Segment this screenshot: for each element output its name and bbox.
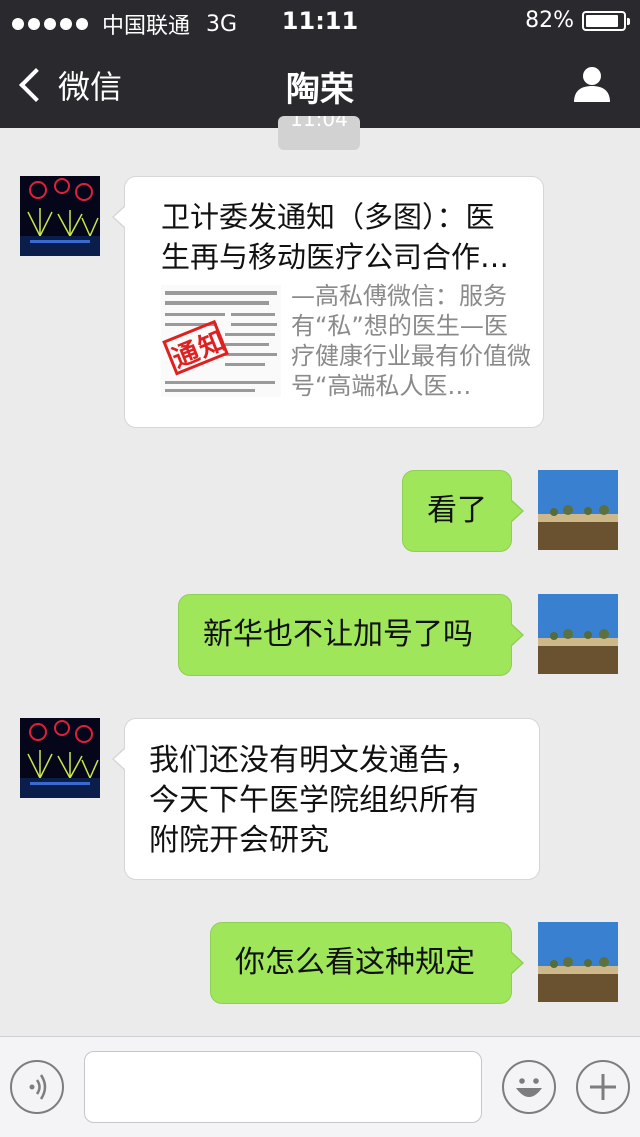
article-description: —高私傅微信：服务有“私”想的医生—医疗健康行业最有价值微号“高端私人医…: [291, 282, 531, 400]
person-icon: [574, 67, 610, 102]
contact-avatar[interactable]: [20, 718, 100, 798]
plus-icon: [590, 1074, 616, 1100]
outgoing-message-bubble[interactable]: 你怎么看这种规定: [210, 922, 524, 1004]
outgoing-message-bubble[interactable]: 看了: [402, 470, 524, 552]
outgoing-message-bubble[interactable]: 新华也不让加号了吗: [178, 594, 524, 676]
emoji-button[interactable]: [502, 1060, 556, 1114]
article-card[interactable]: 卫计委发通知（多图）：医生再与移动医疗公司合作… 通知 —高私傅微信：服务有“私…: [112, 176, 544, 428]
back-label: 微信: [58, 68, 123, 106]
article-thumbnail: 通知: [161, 285, 281, 397]
fireworks-avatar-image: [20, 718, 100, 798]
chevron-left-icon: [19, 68, 53, 102]
status-right: 82%: [525, 8, 630, 33]
message-text: 我们还没有明文发通告， 今天下午医学院组织所有 附院开会研究: [149, 743, 479, 858]
back-button[interactable]: 微信: [18, 62, 122, 108]
landscape-avatar-image: [538, 470, 618, 550]
voice-icon: [29, 1074, 47, 1100]
my-avatar[interactable]: [538, 922, 618, 1002]
battery-icon: [582, 10, 630, 31]
my-avatar[interactable]: [538, 470, 618, 550]
chat-input-bar: [0, 1036, 640, 1137]
message-text: 看了: [427, 493, 487, 528]
emoji-icon: [516, 1078, 542, 1097]
landscape-avatar-image: [538, 594, 618, 674]
nav-header: 中国联通 3G 11:11 82% 微信 陶荣: [0, 0, 640, 128]
message-text: 你怎么看这种规定: [235, 945, 475, 980]
battery-percent: 82%: [525, 8, 574, 33]
voice-button[interactable]: [10, 1060, 64, 1114]
contact-avatar[interactable]: [20, 176, 100, 256]
contact-profile-button[interactable]: [572, 64, 612, 104]
incoming-message-bubble[interactable]: 我们还没有明文发通告， 今天下午医学院组织所有 附院开会研究: [112, 718, 540, 880]
message-timestamp: 11:04: [278, 116, 360, 150]
my-avatar[interactable]: [538, 594, 618, 674]
message-text: 新华也不让加号了吗: [203, 617, 473, 652]
more-button[interactable]: [576, 1060, 630, 1114]
message-input[interactable]: [84, 1051, 482, 1123]
fireworks-avatar-image: [20, 176, 100, 256]
article-title: 卫计委发通知（多图）：医生再与移动医疗公司合作…: [161, 200, 510, 274]
landscape-avatar-image: [538, 922, 618, 1002]
status-bar: 中国联通 3G 11:11 82%: [0, 0, 640, 40]
